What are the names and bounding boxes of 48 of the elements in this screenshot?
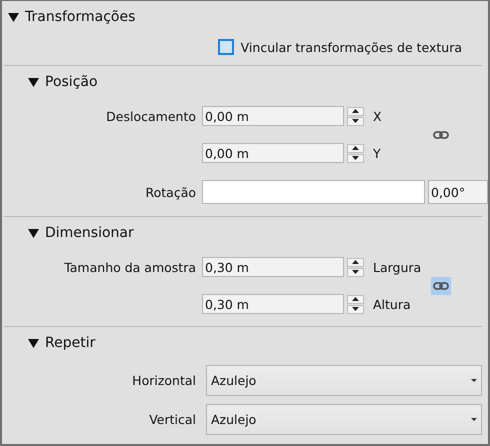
checkbox-label: Vincular transformações de textura bbox=[240, 40, 462, 54]
up-arrow-icon bbox=[352, 146, 359, 150]
caret-icon[interactable] bbox=[8, 12, 19, 22]
down-arrow-icon bbox=[352, 119, 359, 123]
spin-down-button[interactable] bbox=[347, 116, 364, 126]
dropdown-arrow-icon bbox=[471, 379, 477, 382]
down-arrow-icon bbox=[352, 307, 359, 311]
spin-up-button[interactable] bbox=[347, 106, 364, 116]
up-arrow-icon bbox=[352, 260, 359, 264]
up-arrow-icon bbox=[352, 297, 359, 301]
caret-icon[interactable] bbox=[28, 228, 39, 238]
spin-down-button[interactable] bbox=[347, 304, 364, 314]
axis-label: Largura bbox=[373, 260, 422, 274]
spin-up-button[interactable] bbox=[347, 294, 364, 304]
caret-icon[interactable] bbox=[28, 338, 39, 348]
field-label: Horizontal bbox=[131, 373, 197, 388]
number-field[interactable]: 0,00 m bbox=[202, 143, 344, 163]
dropdown-arrow-icon bbox=[471, 418, 477, 421]
chain-link-icon bbox=[433, 282, 449, 290]
number-field[interactable]: 0,00 m bbox=[202, 106, 344, 126]
spin-up-button[interactable] bbox=[347, 144, 364, 152]
spin-down-button[interactable] bbox=[347, 268, 364, 276]
down-arrow-icon bbox=[352, 270, 359, 274]
number-field[interactable]: 0,30 m bbox=[202, 257, 344, 277]
axis-label: Y bbox=[373, 146, 382, 160]
checkbox[interactable] bbox=[218, 39, 234, 55]
axis-label: X bbox=[373, 108, 383, 124]
angle-field[interactable]: 0,00° bbox=[428, 180, 488, 204]
link-button[interactable] bbox=[431, 276, 451, 294]
group-title: Dimensionar bbox=[45, 225, 134, 241]
field-label: Deslocamento bbox=[105, 108, 197, 124]
field-label: Rotação bbox=[144, 184, 197, 200]
up-arrow-icon bbox=[352, 109, 359, 113]
chain-link-icon bbox=[433, 130, 449, 138]
spin-up-button[interactable] bbox=[347, 258, 364, 266]
group-title: Posição bbox=[45, 74, 98, 90]
down-arrow-icon bbox=[352, 156, 359, 160]
rotation-field[interactable] bbox=[202, 180, 425, 204]
dropdown[interactable]: Azulejo bbox=[206, 365, 482, 396]
field-label: Tamanho da amostra bbox=[63, 260, 197, 274]
dropdown[interactable]: Azulejo bbox=[206, 404, 482, 435]
section-title: Transformações bbox=[25, 9, 136, 25]
axis-label: Altura bbox=[373, 296, 412, 312]
group-title: Repetir bbox=[45, 335, 96, 351]
number-field[interactable]: 0,30 m bbox=[202, 294, 344, 314]
field-label: Vertical bbox=[148, 412, 197, 427]
spin-down-button[interactable] bbox=[347, 154, 364, 162]
caret-icon[interactable] bbox=[28, 78, 39, 86]
